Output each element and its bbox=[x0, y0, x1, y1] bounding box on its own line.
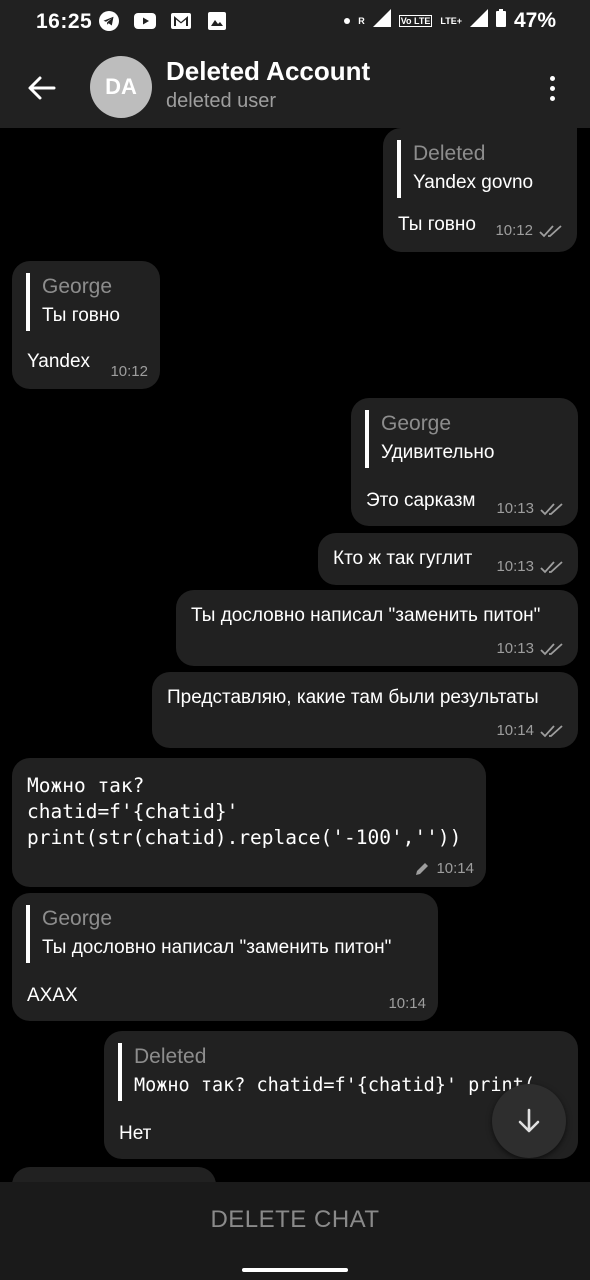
gmail-icon bbox=[170, 11, 192, 31]
reply-preview[interactable]: George Ты говно bbox=[26, 273, 120, 331]
message-meta: 10:14 bbox=[414, 860, 474, 877]
message-text: Это сарказм bbox=[366, 490, 476, 511]
reply-author: Deleted bbox=[134, 1045, 207, 1068]
message-meta: 10:12 bbox=[110, 363, 148, 380]
message-text: АХАХ bbox=[27, 985, 78, 1006]
reply-preview[interactable]: George Удивительно bbox=[365, 410, 494, 468]
message-bubble-incoming[interactable]: Можно так? chatid=f'{chatid}' print(str(… bbox=[12, 758, 486, 887]
dot-icon bbox=[549, 95, 555, 101]
message-meta: 10:14 bbox=[496, 722, 566, 739]
battery-percent: 47% bbox=[513, 9, 556, 32]
message-time: 10:14 bbox=[496, 722, 534, 739]
code-line: print(str(chatid).replace('-100','')) bbox=[27, 826, 462, 849]
double-check-icon bbox=[539, 224, 562, 237]
double-check-icon bbox=[540, 560, 563, 573]
message-text: Кто ж так гуглит bbox=[333, 548, 473, 569]
notification-dot-icon bbox=[344, 18, 351, 24]
double-check-icon bbox=[540, 724, 563, 737]
signal-icon-2 bbox=[469, 9, 488, 33]
message-bubble-outgoing[interactable]: Кто ж так гуглит 10:13 bbox=[318, 533, 578, 585]
chat-subtitle: deleted user bbox=[166, 90, 277, 112]
reply-author: Deleted bbox=[413, 142, 486, 165]
dot-icon bbox=[549, 85, 555, 91]
message-time: 10:13 bbox=[496, 640, 534, 657]
reply-author: George bbox=[42, 907, 113, 930]
reply-text: Можно так? chatid=f'{chatid}' print( bbox=[134, 1075, 535, 1096]
reply-preview[interactable]: George Ты дословно написал "заменить пит… bbox=[26, 905, 391, 963]
double-check-icon bbox=[540, 502, 563, 515]
message-bubble-outgoing[interactable]: Представляю, какие там были результаты 1… bbox=[152, 672, 578, 748]
volte-indicator: Vo LTE bbox=[398, 15, 433, 27]
dot-icon bbox=[549, 75, 555, 81]
code-line: Можно так? bbox=[27, 774, 145, 797]
youtube-icon bbox=[134, 11, 156, 31]
reply-text: Удивительно bbox=[381, 442, 495, 463]
lte-indicator: LTE+ bbox=[440, 16, 462, 26]
telegram-icon bbox=[98, 11, 120, 31]
message-meta: 10:13 bbox=[496, 558, 566, 575]
reply-text: Yandex govno bbox=[413, 172, 534, 193]
message-time: 10:12 bbox=[110, 363, 148, 380]
delete-chat-button[interactable]: DELETE CHAT bbox=[0, 1182, 590, 1258]
message-time: 10:13 bbox=[496, 500, 534, 517]
status-time: 16:25 bbox=[36, 10, 93, 33]
reply-text: Ты говно bbox=[42, 305, 120, 326]
chat-header: DA Deleted Account deleted user bbox=[0, 44, 590, 128]
reply-author: George bbox=[42, 275, 113, 298]
message-meta: 10:12 bbox=[495, 222, 565, 239]
message-meta: 10:13 bbox=[496, 640, 566, 657]
message-text: Нет bbox=[119, 1123, 152, 1144]
back-button[interactable] bbox=[24, 70, 60, 106]
gesture-nav-handle[interactable] bbox=[242, 1268, 348, 1272]
scroll-down-button[interactable] bbox=[492, 1084, 566, 1158]
image-icon bbox=[206, 11, 228, 31]
message-bubble-outgoing[interactable]: George Удивительно Это сарказм 10:13 bbox=[351, 398, 578, 526]
chat-title[interactable]: Deleted Account bbox=[166, 56, 370, 87]
message-bubble-incoming[interactable]: George Ты говно Yandex 10:12 bbox=[12, 261, 160, 389]
status-bar: 16:25 R Vo LTE LTE+ 47% bbox=[0, 0, 590, 44]
message-text: Ты говно bbox=[398, 214, 476, 235]
reply-text: Ты дословно написал "заменить питон" bbox=[42, 937, 392, 958]
more-options-button[interactable] bbox=[542, 68, 562, 108]
arrow-left-icon bbox=[28, 76, 56, 100]
bottom-bar: DELETE CHAT bbox=[0, 1182, 590, 1280]
message-meta: 10:13 bbox=[496, 500, 566, 517]
double-check-icon bbox=[540, 642, 563, 655]
message-time: 10:12 bbox=[495, 222, 533, 239]
reply-preview[interactable]: Deleted Yandex govno bbox=[397, 140, 533, 198]
message-time: 10:14 bbox=[436, 860, 474, 877]
status-right: R Vo LTE LTE+ 47% bbox=[344, 9, 556, 33]
message-text: Ты дословно написал "заменить питон" bbox=[191, 605, 541, 626]
notification-icons bbox=[98, 11, 228, 31]
pencil-icon bbox=[416, 862, 429, 875]
battery-icon bbox=[495, 9, 506, 33]
roaming-indicator: R bbox=[358, 16, 365, 26]
message-meta: 10:14 bbox=[388, 995, 426, 1012]
message-text: Yandex bbox=[27, 351, 91, 372]
message-time: 10:14 bbox=[388, 995, 426, 1012]
message-time: 10:13 bbox=[496, 558, 534, 575]
avatar[interactable]: DA bbox=[90, 56, 152, 118]
message-bubble-incoming[interactable]: George Ты дословно написал "заменить пит… bbox=[12, 893, 438, 1021]
signal-icon bbox=[372, 9, 391, 33]
reply-author: George bbox=[381, 412, 452, 435]
arrow-down-icon bbox=[518, 1108, 540, 1133]
code-line: chatid=f'{chatid}' bbox=[27, 800, 239, 823]
message-bubble-outgoing[interactable]: Ты дословно написал "заменить питон" 10:… bbox=[176, 590, 578, 666]
message-bubble-outgoing[interactable]: Deleted Yandex govno Ты говно 10:12 bbox=[383, 128, 577, 252]
reply-preview[interactable]: Deleted Можно так? chatid=f'{chatid}' pr… bbox=[118, 1043, 558, 1101]
message-text: Представляю, какие там были результаты bbox=[167, 687, 539, 708]
